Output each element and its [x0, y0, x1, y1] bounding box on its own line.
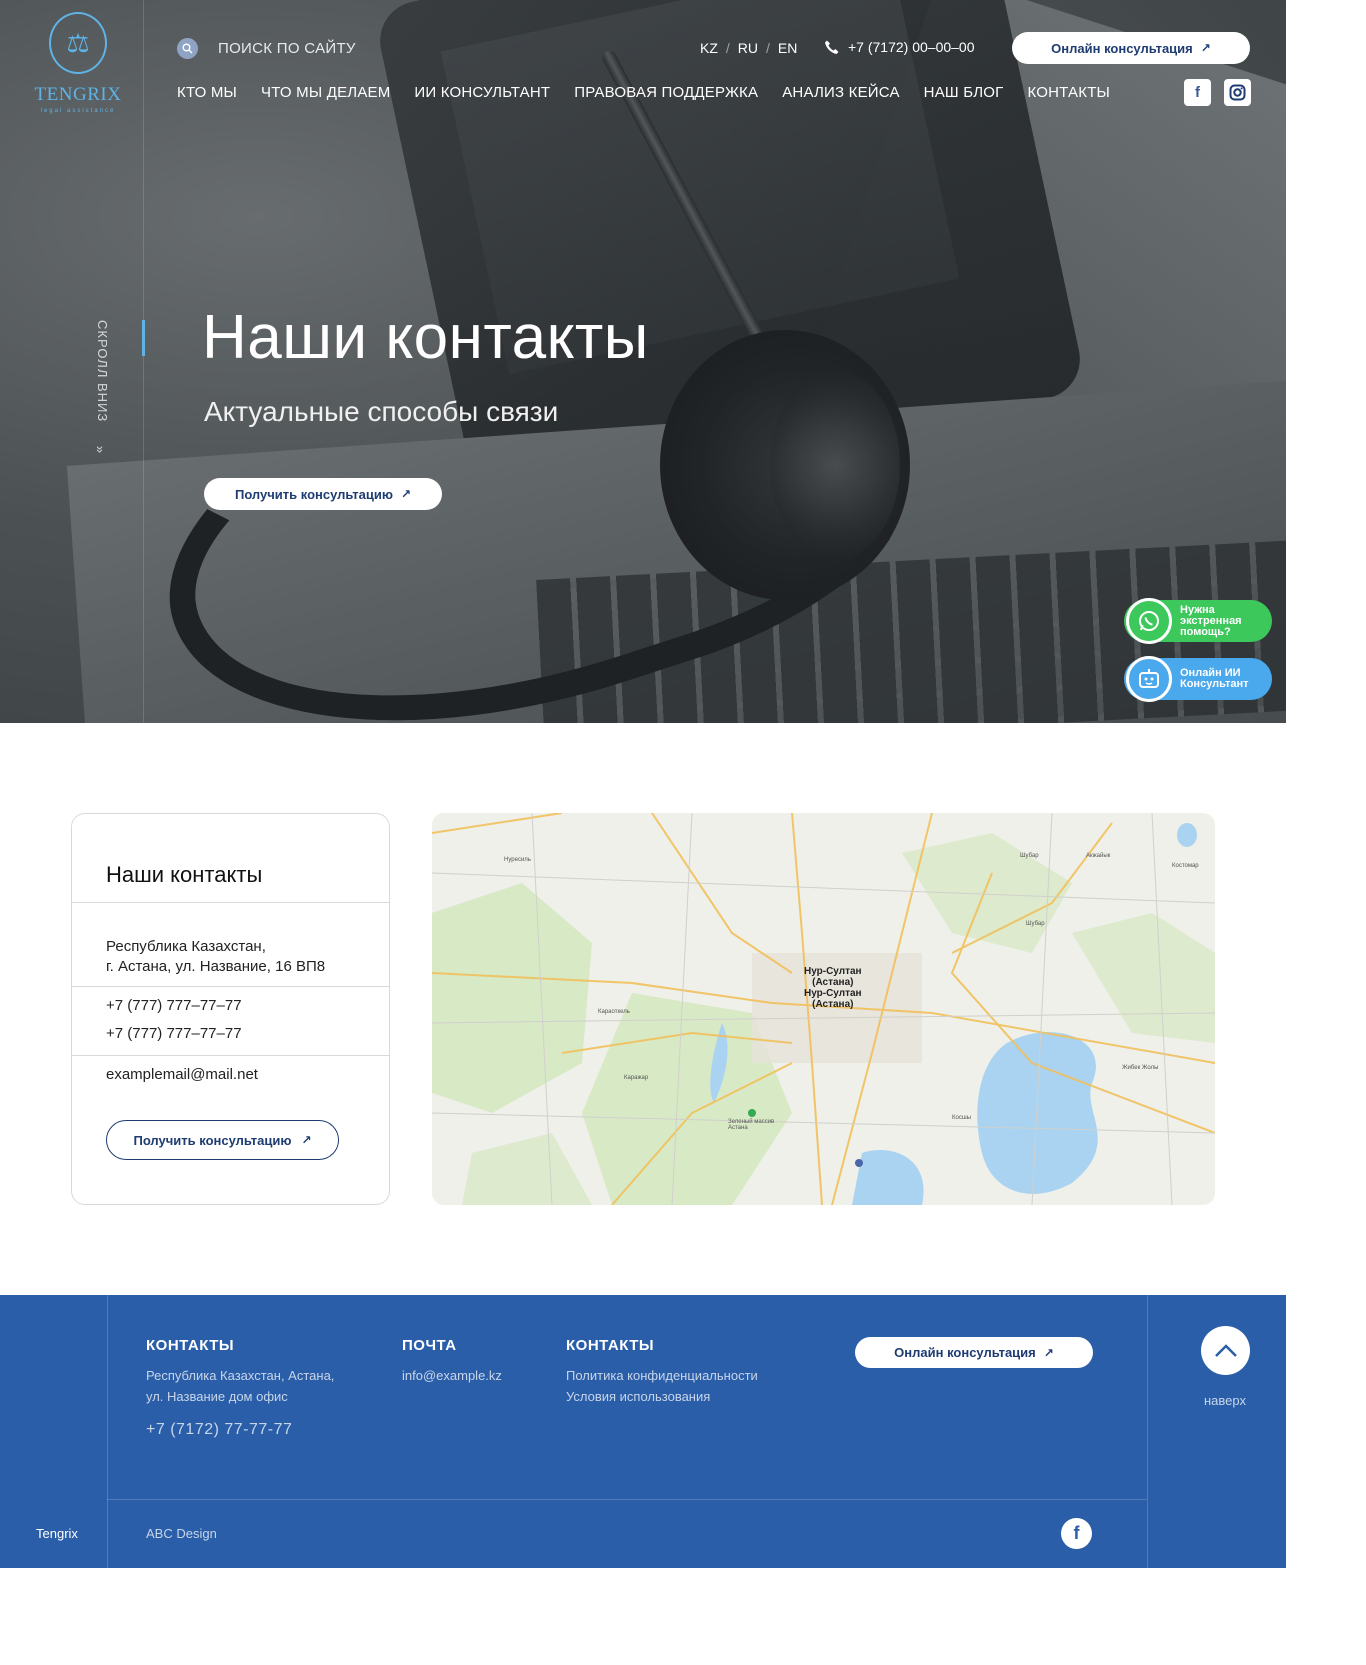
footer-mail-heading: ПОЧТА	[402, 1337, 457, 1354]
header-phone-number: +7 (7172) 00–00–00	[848, 39, 975, 55]
contacts-card: Наши контакты Республика Казахстан, г. А…	[71, 813, 390, 1205]
contacts-address-line1: Республика Казахстан,	[106, 938, 266, 955]
map-city-label: Нур-Султан (Астана) Нур-Султан (Астана)	[804, 966, 862, 1010]
divider	[72, 986, 389, 987]
facebook-icon[interactable]: f	[1061, 1518, 1092, 1549]
map-label: Костомар	[1172, 863, 1199, 869]
get-consultation-label: Получить консультацию	[234, 486, 393, 502]
footer-design-credit[interactable]: ABC Design	[146, 1526, 217, 1541]
double-chevron-down-icon: »	[93, 445, 109, 454]
map-label: Нуресиль	[504, 857, 531, 863]
footer-contacts-heading: КОНТАКТЫ	[146, 1337, 235, 1354]
terms-of-use-link[interactable]: Условия использования	[566, 1386, 710, 1407]
search-icon[interactable]	[177, 38, 198, 59]
footer-address-line1: Республика Казахстан, Астана,	[146, 1368, 335, 1383]
hero-section: ⚖ TENGRIX legal assistance ПОИСК ПО САЙТ…	[0, 0, 1286, 723]
contacts-email[interactable]: examplemail@mail.net	[106, 1065, 258, 1085]
contacts-phone-1[interactable]: +7 (777) 777–77–77	[106, 996, 242, 1016]
map-label: Караоткель	[598, 1009, 630, 1015]
lang-kz[interactable]: KZ	[700, 40, 718, 56]
logo[interactable]: ⚖ TENGRIX legal assistance	[34, 12, 122, 118]
whatsapp-icon	[1126, 598, 1172, 644]
chevron-up-icon	[1214, 1343, 1237, 1357]
footer-address-line2: ул. Название дом офис	[146, 1389, 288, 1404]
nav-item-blog[interactable]: НАШ БЛОГ	[924, 84, 1004, 101]
online-consultation-button[interactable]: Онлайн консультация ↗	[1012, 32, 1250, 64]
facebook-icon[interactable]: f	[1184, 79, 1211, 106]
phone-icon	[824, 39, 840, 55]
whatsapp-help-button[interactable]: Нужна экстренная помощь?	[1124, 598, 1272, 644]
lang-ru[interactable]: RU	[738, 40, 758, 56]
whatsapp-help-label: Нужна экстренная помощь?	[1180, 603, 1242, 638]
footer-online-consultation-label: Онлайн консультация	[894, 1345, 1036, 1360]
nav-item-contacts[interactable]: КОНТАКТЫ	[1028, 84, 1111, 101]
lang-separator: /	[766, 40, 770, 56]
card-get-consultation-label: Получить консультацию	[133, 1132, 292, 1148]
get-consultation-button[interactable]: Получить консультацию ↗	[204, 478, 442, 510]
arrow-up-right-icon: ↗	[1200, 41, 1211, 55]
nav-item-case-analysis[interactable]: АНАЛИЗ КЕЙСА	[782, 84, 899, 101]
nav-item-legal-support[interactable]: ПРАВОВАЯ ПОДДЕРЖКА	[574, 84, 758, 101]
lang-separator: /	[725, 40, 730, 56]
nav-item-services[interactable]: ЧТО МЫ ДЕЛАЕМ	[261, 84, 390, 101]
page-subtitle: Актуальные способы связи	[204, 396, 559, 427]
map-label: Шубар	[1020, 853, 1039, 859]
footer-divider	[107, 1499, 1147, 1500]
location-map[interactable]: Нур-Султан (Астана) Нур-Султан (Астана) …	[432, 813, 1215, 1205]
search-label[interactable]: ПОИСК ПО САЙТУ	[218, 40, 356, 57]
footer-brand: Tengrix	[36, 1526, 78, 1541]
contacts-card-title: Наши контакты	[106, 862, 263, 887]
back-to-top-button[interactable]	[1201, 1326, 1250, 1375]
map-label: Акжайык	[1086, 853, 1111, 859]
robot-icon	[1126, 656, 1172, 702]
footer-online-consultation-button[interactable]: Онлайн консультация ↗	[855, 1337, 1093, 1368]
logo-name: TENGRIX	[34, 84, 122, 105]
privacy-policy-link[interactable]: Политика конфиденциальности	[566, 1365, 758, 1386]
footer-divider	[107, 1295, 108, 1568]
language-switcher: KZ / RU / EN	[700, 40, 797, 56]
footer: КОНТАКТЫ Республика Казахстан, Астана, у…	[0, 1295, 1286, 1568]
scroll-indicator	[142, 320, 145, 356]
site-search[interactable]: ПОИСК ПО САЙТУ	[177, 38, 356, 59]
footer-email[interactable]: info@example.kz	[402, 1365, 502, 1386]
map-label: Зеленый массив Астана	[728, 1119, 775, 1131]
nav-item-ai-consultant[interactable]: ИИ КОНСУЛЬТАНТ	[414, 84, 550, 101]
main-nav: КТО МЫ ЧТО МЫ ДЕЛАЕМ ИИ КОНСУЛЬТАНТ ПРАВ…	[177, 84, 1110, 101]
map-label: Каражар	[624, 1075, 649, 1081]
divider	[72, 902, 389, 903]
instagram-icon[interactable]	[1224, 79, 1251, 106]
footer-links-heading: КОНТАКТЫ	[566, 1337, 655, 1354]
ai-consultant-label: Онлайн ИИ Консультант	[1180, 667, 1249, 690]
nav-item-about[interactable]: КТО МЫ	[177, 84, 237, 101]
arrow-up-right-icon: ↗	[301, 1133, 312, 1147]
contacts-phone-2[interactable]: +7 (777) 777–77–77	[106, 1024, 242, 1044]
card-get-consultation-button[interactable]: Получить консультацию ↗	[106, 1120, 339, 1160]
lang-en[interactable]: EN	[778, 40, 797, 56]
divider	[72, 1055, 389, 1056]
arrow-up-right-icon: ↗	[400, 487, 412, 501]
map-label: Шубар	[1026, 921, 1045, 927]
map-label: Косшы	[952, 1115, 971, 1121]
footer-phone[interactable]: +7 (7172) 77-77-77	[146, 1421, 292, 1439]
hero-divider	[143, 0, 144, 723]
logo-emblem-icon: ⚖	[49, 12, 107, 74]
arrow-up-right-icon: ↗	[1043, 1345, 1054, 1360]
map-label: Жибек Жолы	[1122, 1065, 1159, 1071]
footer-divider	[1147, 1295, 1148, 1568]
online-consultation-label: Онлайн консультация	[1051, 40, 1193, 56]
contacts-address-line2: г. Астана, ул. Название, 16 ВП8	[106, 958, 326, 975]
page-title: Наши контакты	[202, 303, 649, 372]
logo-tagline: legal assistance	[40, 108, 116, 114]
header-phone[interactable]: +7 (7172) 00–00–00	[824, 39, 975, 55]
back-to-top-label[interactable]: наверх	[1204, 1393, 1246, 1408]
ai-consultant-button[interactable]: Онлайн ИИ Консультант	[1124, 656, 1272, 702]
scroll-down-label[interactable]: СКРОЛЛ ВНИЗ	[95, 320, 110, 422]
